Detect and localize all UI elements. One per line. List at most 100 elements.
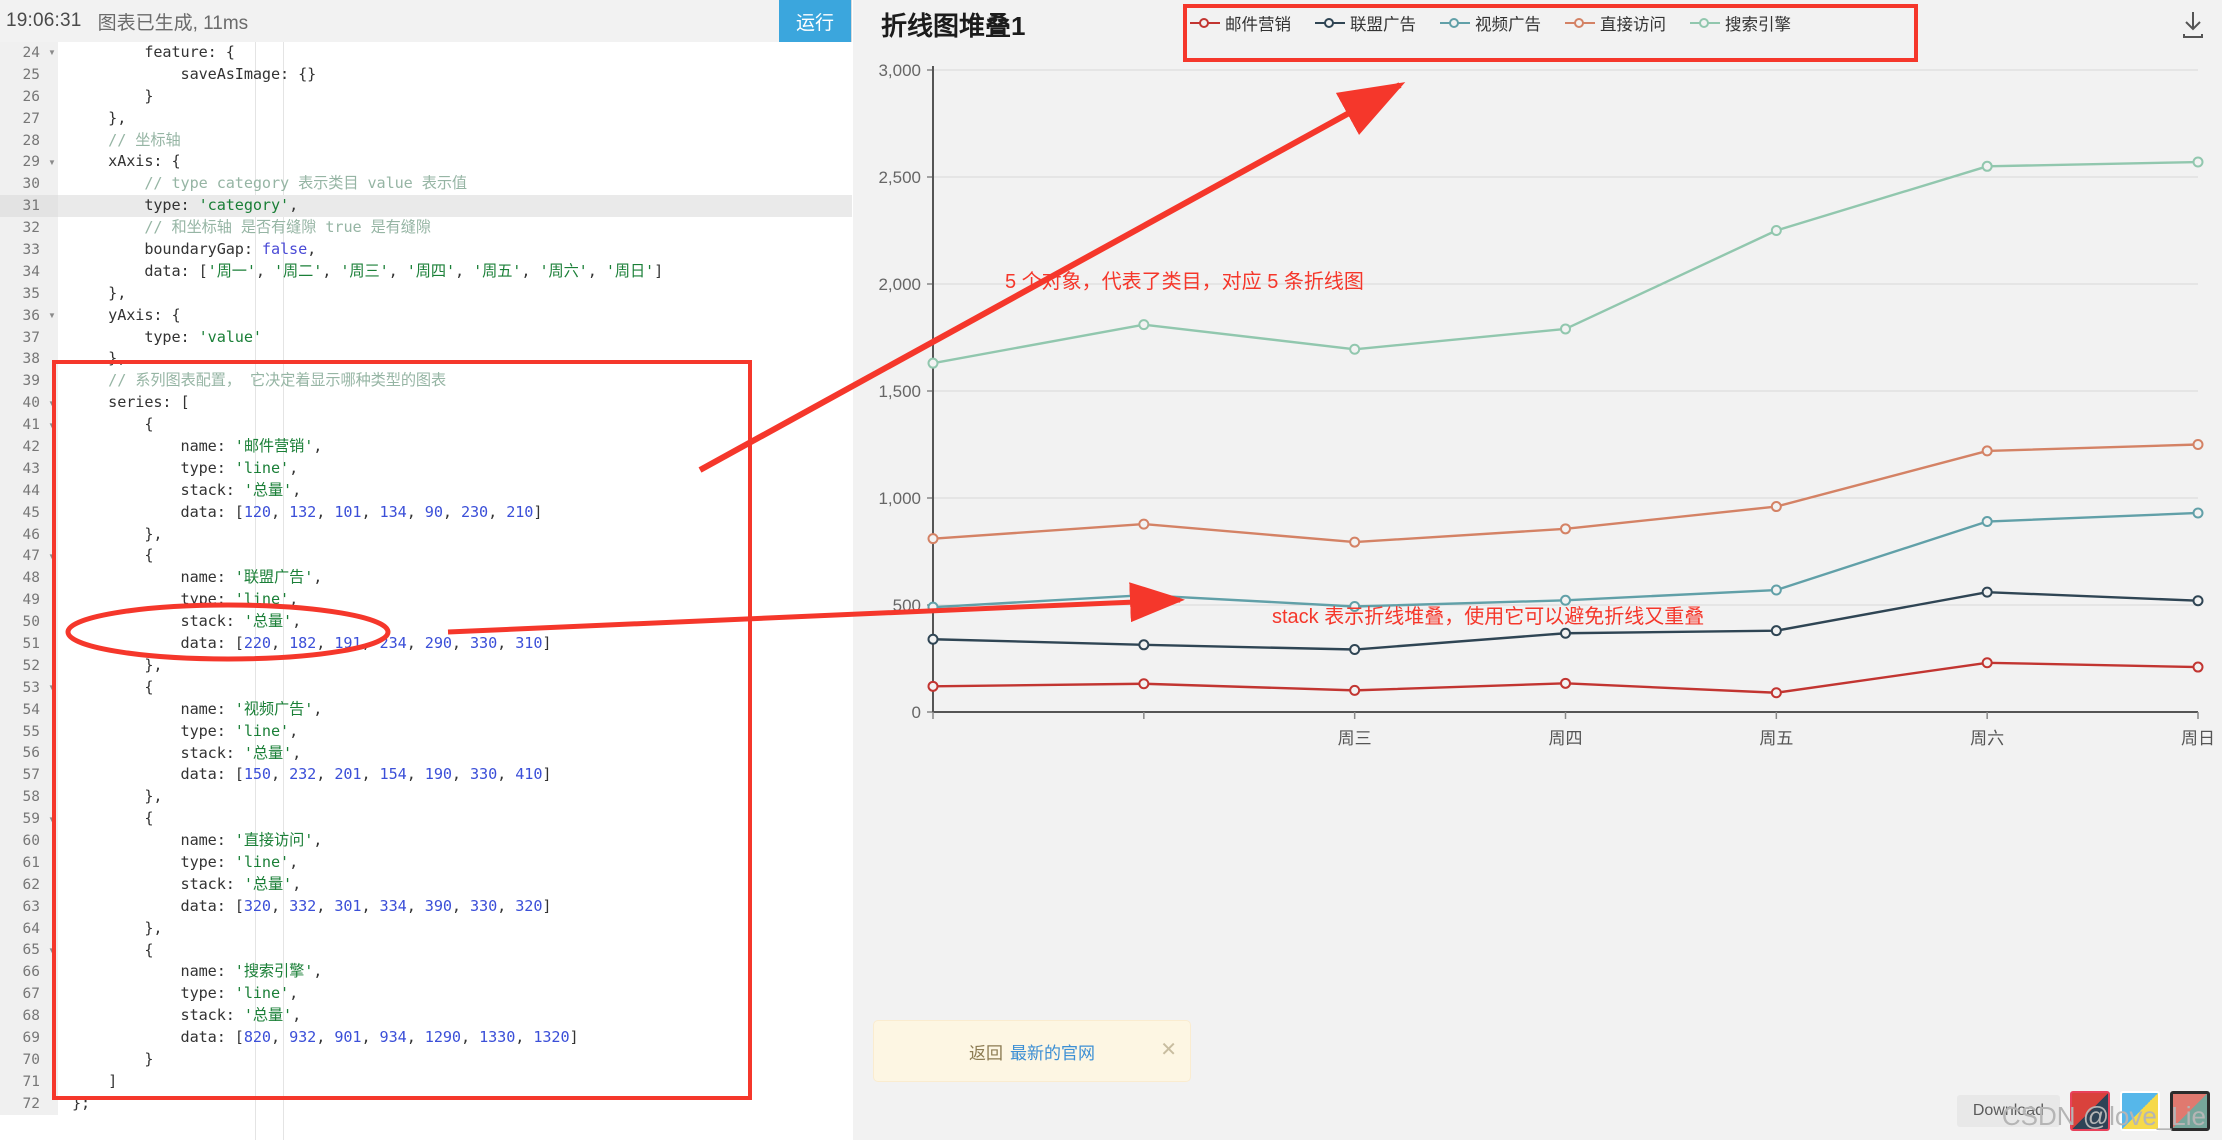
series-point[interactable] bbox=[1770, 501, 1782, 513]
code-line[interactable]: 45 data: [120, 132, 101, 134, 90, 230, 2… bbox=[0, 501, 852, 524]
code-line[interactable]: 60 name: '直接访问', bbox=[0, 830, 852, 852]
code-line[interactable]: 53 ▼ { bbox=[0, 676, 852, 699]
code-line[interactable]: 56 stack: '总量', bbox=[0, 742, 852, 765]
series-point[interactable] bbox=[1349, 600, 1361, 612]
code-line[interactable]: 71 ] bbox=[0, 1070, 852, 1093]
series-point[interactable] bbox=[1138, 319, 1150, 331]
legend-item-2[interactable]: 视频广告 bbox=[1440, 11, 1541, 35]
code-line[interactable]: 49 type: 'line', bbox=[0, 589, 852, 612]
code-line[interactable]: 29 ▼ xAxis: { bbox=[0, 151, 852, 174]
fold-toggle-icon[interactable]: ▼ bbox=[46, 939, 58, 962]
fold-toggle-icon[interactable]: ▼ bbox=[46, 304, 58, 327]
series-point[interactable] bbox=[1981, 657, 1993, 669]
series-point[interactable] bbox=[1138, 678, 1150, 690]
series-point[interactable] bbox=[927, 601, 939, 613]
series-point[interactable] bbox=[1981, 445, 1993, 457]
code-line[interactable]: 35 }, bbox=[0, 282, 852, 305]
code-line[interactable]: 58 }, bbox=[0, 786, 852, 809]
code-line[interactable]: 64 }, bbox=[0, 917, 852, 940]
fold-toggle-icon[interactable]: ▼ bbox=[46, 392, 58, 415]
series-point[interactable] bbox=[1349, 684, 1361, 696]
code-line[interactable]: 55 type: 'line', bbox=[0, 720, 852, 743]
series-point[interactable] bbox=[2192, 156, 2204, 168]
code-line[interactable]: 36 ▼ yAxis: { bbox=[0, 304, 852, 327]
code-line[interactable]: 63 data: [320, 332, 301, 334, 390, 330, … bbox=[0, 895, 852, 918]
code-line[interactable]: 33 boundaryGap: false, bbox=[0, 239, 852, 261]
fold-toggle-icon[interactable]: ▼ bbox=[46, 808, 58, 831]
download-icon[interactable] bbox=[2178, 8, 2208, 40]
series-point[interactable] bbox=[2192, 661, 2204, 673]
code-line[interactable]: 59 ▼ { bbox=[0, 808, 852, 831]
series-point[interactable] bbox=[1560, 627, 1571, 639]
code-line[interactable]: 51 data: [220, 182, 191, 234, 290, 330, … bbox=[0, 633, 852, 655]
series-point[interactable] bbox=[2192, 595, 2204, 607]
code-line[interactable]: 41 ▼ { bbox=[0, 414, 852, 437]
series-point[interactable] bbox=[1138, 589, 1150, 601]
close-icon[interactable]: ✕ bbox=[1160, 1040, 1177, 1060]
code-line[interactable]: 26 } bbox=[0, 85, 852, 108]
download-button[interactable]: Download bbox=[1956, 1095, 2060, 1127]
legend-item-0[interactable]: 邮件营销 bbox=[1190, 11, 1291, 35]
fold-toggle-icon[interactable]: ▼ bbox=[46, 676, 58, 699]
fold-toggle-icon[interactable]: ▼ bbox=[46, 42, 58, 64]
code-line[interactable]: 30 // type category 表示类目 value 表示值 bbox=[0, 173, 852, 196]
code-line[interactable]: 69 data: [820, 932, 901, 934, 1290, 1330… bbox=[0, 1027, 852, 1049]
code-line[interactable]: 54 name: '视频广告', bbox=[0, 698, 852, 721]
code-line[interactable]: 57 data: [150, 232, 201, 154, 190, 330, … bbox=[0, 764, 852, 787]
legend-item-4[interactable]: 搜索引擎 bbox=[1690, 11, 1791, 35]
series-point[interactable] bbox=[1560, 677, 1571, 689]
code-line[interactable]: 52 }, bbox=[0, 654, 852, 677]
code-line[interactable]: 67 type: 'line', bbox=[0, 983, 852, 1006]
toast-link[interactable]: 最新的官网 bbox=[1010, 1039, 1095, 1064]
code-line[interactable]: 66 name: '搜索引擎', bbox=[0, 961, 852, 984]
series-point[interactable] bbox=[1981, 586, 1993, 598]
fold-toggle-icon[interactable]: ▼ bbox=[46, 414, 58, 437]
theme-thumbnail-2[interactable] bbox=[2120, 1091, 2160, 1131]
code-line[interactable]: 47 ▼ { bbox=[0, 545, 852, 568]
code-line[interactable]: 43 type: 'line', bbox=[0, 457, 852, 480]
series-point[interactable] bbox=[1770, 687, 1782, 699]
series-point[interactable] bbox=[1770, 625, 1782, 637]
code-line[interactable]: 27 }, bbox=[0, 107, 852, 130]
legend-item-1[interactable]: 联盟广告 bbox=[1315, 11, 1416, 35]
theme-thumbnail-1[interactable] bbox=[2070, 1091, 2110, 1131]
code-line[interactable]: 24 ▼ feature: { bbox=[0, 42, 852, 64]
code-line[interactable]: 32 // 和坐标轴 是否有缝隙 true 是有缝隙 bbox=[0, 217, 852, 240]
code-line[interactable]: 70 } bbox=[0, 1048, 852, 1071]
code-line[interactable]: 48 name: '联盟广告', bbox=[0, 567, 852, 590]
code-line[interactable]: 72}; bbox=[0, 1092, 852, 1115]
code-editor[interactable]: 24 ▼ feature: {25 saveAsImage: {} 26 } 27 }… bbox=[0, 42, 852, 1140]
series-point[interactable] bbox=[1560, 523, 1571, 535]
series-point[interactable] bbox=[927, 633, 939, 645]
series-point[interactable] bbox=[927, 357, 939, 369]
series-point[interactable] bbox=[1138, 639, 1150, 651]
code-line[interactable]: 68 stack: '总量', bbox=[0, 1005, 852, 1028]
series-point[interactable] bbox=[1560, 594, 1571, 606]
code-line[interactable]: 40 ▼ series: [ bbox=[0, 392, 852, 415]
series-point[interactable] bbox=[1770, 584, 1782, 596]
series-point[interactable] bbox=[1349, 343, 1361, 355]
code-line[interactable]: 44 stack: '总量', bbox=[0, 479, 852, 502]
series-point[interactable] bbox=[1981, 516, 1993, 528]
code-line[interactable]: 28 // 坐标轴 bbox=[0, 129, 852, 152]
series-point[interactable] bbox=[1770, 225, 1782, 236]
series-point[interactable] bbox=[1349, 536, 1361, 548]
fold-toggle-icon[interactable]: ▼ bbox=[46, 545, 58, 568]
theme-thumbnail-3[interactable] bbox=[2170, 1091, 2210, 1131]
series-point[interactable] bbox=[2192, 507, 2204, 519]
code-line[interactable]: 39 // 系列图表配置， 它决定着显示哪种类型的图表 bbox=[0, 370, 852, 393]
code-line[interactable]: 34 data: ['周一', '周二', '周三', '周四', '周五', … bbox=[0, 260, 852, 283]
code-line[interactable]: 25 saveAsImage: {} bbox=[0, 63, 852, 86]
code-line[interactable]: 65 ▼ { bbox=[0, 939, 852, 962]
series-point[interactable] bbox=[927, 680, 939, 692]
code-line[interactable]: 38 }, bbox=[0, 348, 852, 371]
series-point[interactable] bbox=[927, 533, 939, 545]
run-button[interactable]: 运行 bbox=[779, 0, 851, 42]
series-point[interactable] bbox=[1138, 518, 1150, 530]
series-point[interactable] bbox=[1349, 644, 1361, 656]
code-line[interactable]: 37 type: 'value' bbox=[0, 326, 852, 349]
code-line[interactable]: 61 type: 'line', bbox=[0, 851, 852, 874]
code-line[interactable]: 31 type: 'category', bbox=[0, 195, 852, 218]
fold-toggle-icon[interactable]: ▼ bbox=[46, 151, 58, 174]
code-line[interactable]: 46 }, bbox=[0, 523, 852, 546]
